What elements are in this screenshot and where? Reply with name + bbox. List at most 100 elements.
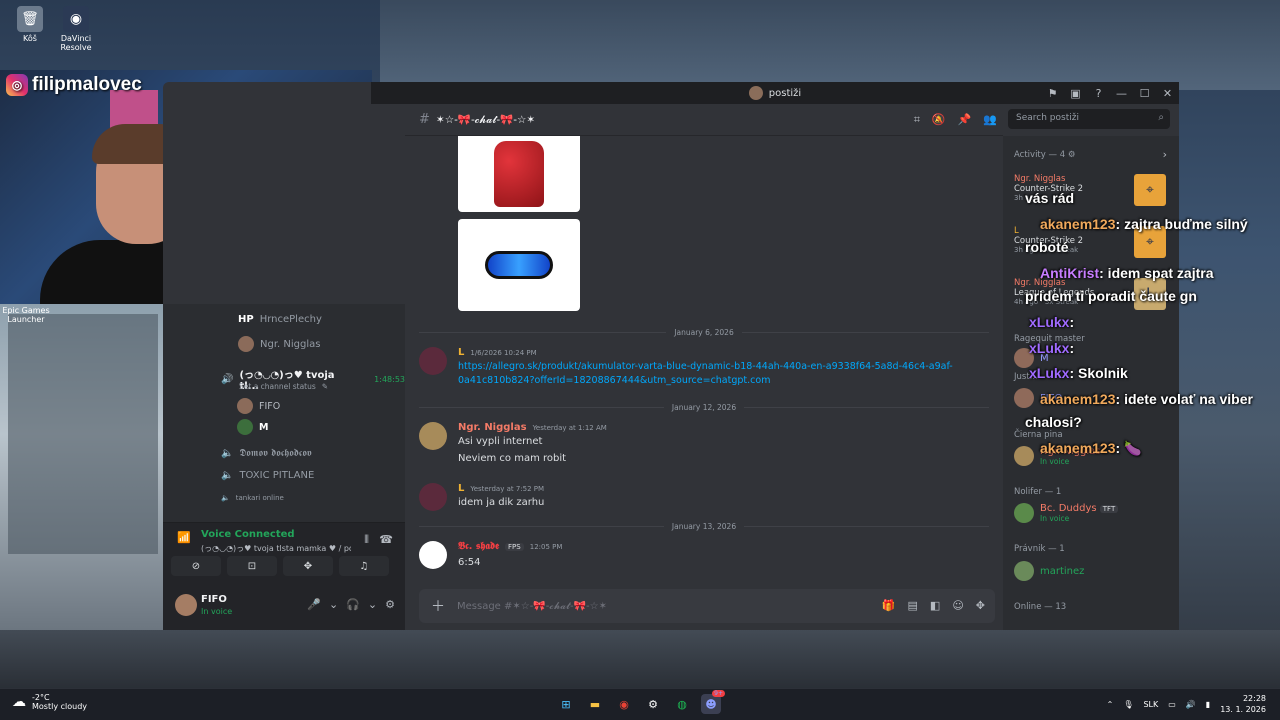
gift-icon[interactable]: 🎁 <box>882 599 896 612</box>
flag-icon[interactable]: ⚑ <box>1041 87 1064 100</box>
tray-chevron-up-icon[interactable]: ⌃ <box>1107 700 1114 709</box>
clock[interactable]: 22:28 13. 1. 2026 <box>1220 693 1266 715</box>
overlay-chat-line: xLukx: Skolnik <box>1029 365 1128 381</box>
headphones-icon[interactable]: 🎧 <box>346 598 360 611</box>
file-explorer-icon[interactable]: ▬ <box>585 694 605 714</box>
overlay-chat-line: roboté <box>1025 239 1069 255</box>
desktop-icon-davinci[interactable]: ◉ DaVinci Resolve <box>46 6 106 52</box>
apps-icon[interactable]: ✥ <box>976 599 985 612</box>
pin-icon[interactable]: 📌 <box>958 113 972 127</box>
avatar[interactable] <box>419 541 447 569</box>
voice-member[interactable]: FIFO <box>237 398 280 414</box>
soundboard-icon[interactable]: ♫ <box>339 556 389 576</box>
add-attachment-icon[interactable]: ＋ <box>431 596 445 616</box>
avatar[interactable] <box>419 347 447 375</box>
speaker-icon: 🔈 <box>221 470 234 481</box>
avatar[interactable] <box>419 483 447 511</box>
link-text[interactable]: 0a41c810b824?offerId=18208867444&utm_sou… <box>458 375 770 386</box>
microphone-icon[interactable]: 🎤 <box>307 598 321 611</box>
message-author[interactable]: L <box>458 483 464 494</box>
message-composer[interactable]: ＋ Message #✶☆-🎀-𝓬𝓱𝓪𝓽-🎀-☆✶ 🎁 ▤ ◧ ☺ ✥ <box>419 589 995 623</box>
channel-status[interactable]: Set a channel status ✎ <box>239 382 328 391</box>
overlay-user: xLukx <box>1029 365 1070 381</box>
gif-icon[interactable]: ▤ <box>908 599 918 612</box>
weather-widget[interactable]: ☁ -2°C Mostly cloudy <box>12 693 87 711</box>
overlay-chat-line: akanem123: 🍆 <box>1040 440 1142 457</box>
chrome-icon[interactable]: ◉ <box>614 694 634 714</box>
overlay-chat-line: akanem123: zajtra buďme silný <box>1040 216 1248 232</box>
noise-suppression-icon[interactable]: ⦀ <box>364 533 369 547</box>
member-name: Bc. Duddys <box>1040 503 1097 514</box>
mute-bell-icon[interactable]: 🔕 <box>932 113 946 127</box>
voice-user-hrnceplechy[interactable]: HP HrncePlechy <box>238 314 322 325</box>
windows-start-icon[interactable]: ⊞ <box>556 694 576 714</box>
member-status: In voice <box>1040 514 1070 523</box>
tray-microphone-icon[interactable]: 🎙 <box>1123 700 1133 709</box>
message-header: 𝕭𝖈. 𝖘𝖍𝖆𝖉𝖊 FPS 12:05 PM <box>458 541 562 552</box>
desktop-wallpaper-debris <box>380 0 1280 90</box>
monitor-icon[interactable]: ▭ <box>1168 700 1176 709</box>
image-attachment-goggles[interactable] <box>458 219 580 311</box>
voice-member[interactable]: M <box>237 419 268 435</box>
overlay-user: akanem123 <box>1040 391 1116 407</box>
voice-connected-subtitle[interactable]: (っ◔◡◔)っ♥ tvoja tlsta mamka ♥ / po... <box>201 543 351 554</box>
voice-channel[interactable]: 🔈 𝕯𝖔𝖒𝖔𝖛 𝖉𝖔𝖈𝖍𝖔𝖉𝖈𝖔𝖛 <box>221 448 312 459</box>
search-input[interactable]: Search postiži ⌕ <box>1008 109 1170 129</box>
member-item[interactable]: martinez <box>1014 561 1084 581</box>
settings-gear-icon[interactable]: ⚙ <box>385 598 395 611</box>
voice-channel[interactable]: 🔈 tankari online <box>221 494 284 502</box>
avatar <box>1014 388 1034 408</box>
screenshare-icon[interactable]: ⊡ <box>227 556 277 576</box>
image-attachment-jacket[interactable] <box>458 136 580 212</box>
avatar <box>237 398 253 414</box>
emoji-icon[interactable]: ☺ <box>952 599 963 612</box>
system-tray: ⌃ 🎙 SLK ▭ 🔊 ▮ 22:28 13. 1. 2026 <box>1107 693 1266 715</box>
discord-icon[interactable]: ☻ 9+ <box>701 690 725 714</box>
threads-icon[interactable]: ⌗ <box>914 113 920 127</box>
message-header: L Yesterday at 7:52 PM <box>458 483 544 494</box>
message-author[interactable]: L <box>458 347 464 358</box>
sticker-icon[interactable]: ◧ <box>930 599 940 612</box>
link-text[interactable]: https://allegro.sk/produkt/akumulator-va… <box>458 361 953 372</box>
search-placeholder: Search postiži <box>1016 113 1079 123</box>
overlay-user: xLukx <box>1029 314 1070 330</box>
activity-user: Ngr. Nigglas <box>1014 174 1066 184</box>
desktop-icon-epic-games[interactable]: Epic Games Launcher <box>0 306 56 324</box>
member-item[interactable]: Bc. Duddys TFT In voice <box>1014 503 1119 523</box>
overlay-text: : <box>1069 314 1075 330</box>
avatar[interactable] <box>419 422 447 450</box>
close-icon[interactable]: ✕ <box>1156 87 1179 100</box>
overlay-user: AntiKrist <box>1040 265 1100 281</box>
inbox-icon[interactable]: ▣ <box>1064 87 1087 100</box>
camera-off-icon[interactable]: ⊘ <box>171 556 221 576</box>
avatar[interactable] <box>175 594 197 616</box>
server-tag[interactable]: FPS <box>505 543 524 551</box>
member-list-icon[interactable]: 👥 <box>983 113 997 127</box>
gear-icon[interactable]: ⚙ <box>1068 150 1076 160</box>
server-tag: TFT <box>1099 505 1119 513</box>
member-name: martinez <box>1040 565 1085 577</box>
chevron-right-icon[interactable]: › <box>1163 148 1167 161</box>
maximize-icon[interactable]: ☐ <box>1133 87 1156 100</box>
spotify-icon[interactable]: ◍ <box>672 694 692 714</box>
help-icon[interactable]: ? <box>1087 87 1110 100</box>
battery-icon[interactable]: ▮ <box>1206 700 1210 709</box>
chevron-down-icon[interactable]: ⌄ <box>368 598 377 611</box>
volume-icon[interactable]: 🔊 <box>1186 700 1196 709</box>
minimize-icon[interactable]: — <box>1110 87 1133 100</box>
steam-icon[interactable]: ⚙ <box>643 694 663 714</box>
message-link[interactable]: 0a41c810b824?offerId=18208867444&utm_sou… <box>458 375 770 386</box>
voice-channel-name: 𝕯𝖔𝖒𝖔𝖛 𝖉𝖔𝖈𝖍𝖔𝖉𝖈𝖔𝖛 <box>239 448 312 459</box>
message-link[interactable]: https://allegro.sk/produkt/akumulator-va… <box>458 361 953 372</box>
voice-channel[interactable]: 🔈 TOXIC PITLANE <box>221 470 314 481</box>
disconnect-icon[interactable]: ☎ <box>379 533 393 546</box>
message-author[interactable]: Ngr. Nigglas <box>458 422 527 433</box>
channel-status-text: Set a channel status <box>239 382 316 391</box>
date-divider-text: January 13, 2026 <box>671 522 737 531</box>
voice-user-ngr-nigglas[interactable]: Ngr. Nigglas <box>238 336 320 352</box>
chevron-down-icon[interactable]: ⌄ <box>329 598 338 611</box>
language-indicator[interactable]: SLK <box>1143 700 1158 709</box>
message-timestamp: 1/6/2026 10:24 PM <box>470 349 537 357</box>
message-author[interactable]: 𝕭𝖈. 𝖘𝖍𝖆𝖉𝖊 <box>458 541 499 552</box>
activities-icon[interactable]: ✥ <box>283 556 333 576</box>
